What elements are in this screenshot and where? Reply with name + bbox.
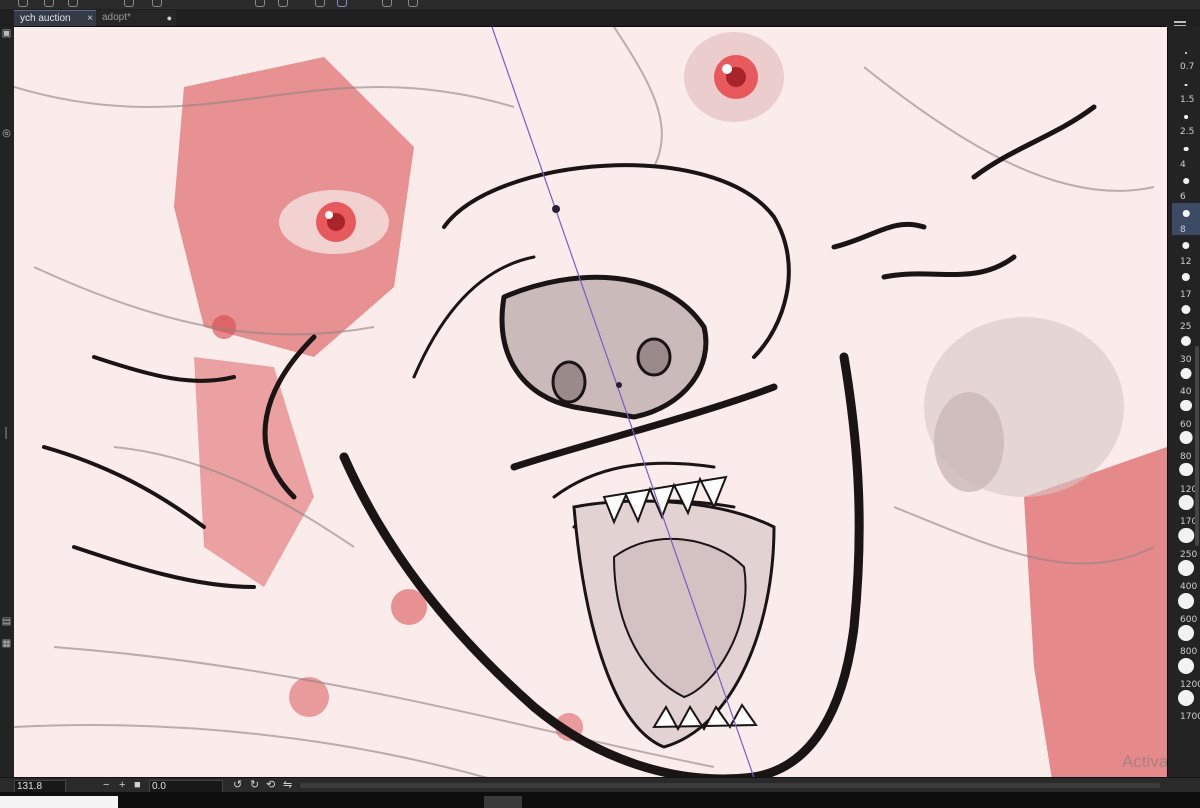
brush-dot-icon [1183, 178, 1189, 184]
navigator-icon[interactable]: ◎ [1, 128, 12, 139]
reset-rotation-icon[interactable]: ⟲ [266, 779, 275, 792]
brush-dot-icon [1180, 336, 1192, 347]
rotate-left-icon[interactable]: ↺ [233, 779, 242, 792]
document-tab-bar: ych auction × adopt* ● [0, 9, 1200, 31]
brush-size-label: 6 [1180, 192, 1186, 202]
brush-size-item[interactable]: 2.5 [1172, 105, 1200, 137]
brush-size-item[interactable]: 25 [1172, 300, 1200, 332]
brush-size-label: 0.7 [1180, 62, 1195, 72]
brush-tool-icon[interactable] [337, 0, 347, 7]
brush-size-item[interactable]: 800 [1172, 625, 1200, 657]
watermark-line-1: Activa [1122, 752, 1167, 771]
brush-size-item[interactable]: 12 [1172, 235, 1200, 267]
brush-size-item[interactable]: 0.7 [1172, 40, 1200, 72]
brush-size-item[interactable]: 4 [1172, 138, 1200, 170]
rotate-right-icon[interactable]: ↻ [250, 779, 259, 792]
brush-size-label: 1.5 [1180, 94, 1195, 105]
brush-size-item[interactable]: 1.5 [1172, 73, 1200, 105]
taskbar-app-icon[interactable] [484, 796, 522, 808]
status-bar: 131.8 − + ■ 0.0 ↺ ↻ ⟲ ⇋ [0, 777, 1200, 793]
brush-dot-icon [1181, 304, 1191, 314]
trash-icon[interactable]: ▤ [1, 616, 12, 627]
brush-dot-icon [1178, 657, 1194, 674]
zoom-out-button[interactable]: − [103, 779, 109, 792]
brush-dot-icon [1182, 241, 1190, 249]
brush-size-item[interactable]: 6 [1172, 170, 1200, 202]
panel-icon[interactable]: ▣ [1, 28, 12, 39]
eraser-icon[interactable] [382, 0, 392, 7]
brush-dot-icon [1184, 83, 1188, 87]
artwork [14, 27, 1167, 792]
brush-size-label: 8 [1180, 224, 1186, 235]
select-icon[interactable] [68, 0, 78, 7]
drawing-canvas[interactable]: Activa to S [14, 27, 1167, 792]
brush-dot-icon [1178, 495, 1194, 510]
horizontal-scrollbar[interactable] [300, 783, 1160, 788]
brush-size-label: 40 [1180, 387, 1192, 397]
tab-ych-auction[interactable]: ych auction × [14, 10, 96, 26]
brush-dot-icon [1184, 115, 1188, 119]
unsaved-dot-icon: ● [166, 13, 172, 23]
redo-icon[interactable] [152, 0, 162, 7]
brush-size-label: 60 [1180, 419, 1192, 430]
brush-size-label: 4 [1180, 159, 1186, 170]
brush-size-item[interactable]: 600 [1172, 592, 1200, 625]
brush-size-label: 2.5 [1180, 127, 1195, 137]
brush-size-label: 600 [1180, 614, 1198, 625]
brush-size-label: 1200 [1180, 679, 1200, 690]
os-taskbar [0, 792, 1200, 808]
brush-dot-icon [1179, 462, 1193, 477]
brush-size-label: 25 [1180, 322, 1192, 332]
brush-size-item[interactable]: 1200 [1172, 657, 1200, 690]
brush-dot-icon [1185, 52, 1187, 54]
brush-dot-icon [1182, 210, 1190, 217]
tab-label: ych auction [20, 13, 71, 24]
panel-scrollbar[interactable] [1195, 346, 1199, 546]
brush-dot-icon [1183, 146, 1189, 152]
brush-size-label: 400 [1180, 582, 1198, 592]
tab-label: adopt* [102, 12, 131, 23]
layer-icon[interactable] [18, 0, 28, 7]
flip-icon[interactable]: ⇋ [283, 779, 292, 792]
brush-dot-icon [1178, 527, 1194, 543]
brush-size-item[interactable]: 1700 [1172, 690, 1200, 722]
zoom-in-button[interactable]: + [119, 779, 125, 792]
brush-size-item[interactable]: 400 [1172, 560, 1200, 592]
close-icon[interactable]: × [87, 11, 93, 26]
transform-icon[interactable] [44, 0, 54, 7]
taskbar-search[interactable] [0, 796, 118, 808]
brush-size-item[interactable]: 8 [1172, 202, 1200, 235]
zoom-slider-handle[interactable]: ■ [134, 779, 141, 792]
brush-size-label: 12 [1180, 257, 1192, 267]
brush-dot-icon [1180, 368, 1192, 379]
undo-icon[interactable] [124, 0, 134, 7]
brush-dot-icon [1178, 560, 1194, 576]
tab-adopt[interactable]: adopt* ● [96, 10, 176, 26]
brush-size-panel: 0.7 1.5 2.5 4 6 8 12 17 25 30 40 60 80 120 170 250 400 60… [1167, 26, 1200, 792]
split-icon[interactable]: │ [1, 428, 12, 439]
brush-dot-icon [1178, 592, 1194, 609]
brush-size-label: 30 [1180, 354, 1192, 365]
brush-size-item[interactable]: 17 [1172, 268, 1200, 300]
brush-size-label: 80 [1180, 452, 1192, 462]
brush-dot-icon [1178, 690, 1194, 706]
left-tool-strip: ▣ ◎ │ ▤ ▦ [0, 26, 15, 792]
brush-dot-icon [1178, 625, 1194, 641]
brush-size-label: 17 [1180, 289, 1192, 300]
brush-size-label: 250 [1180, 549, 1198, 560]
smudge-icon[interactable] [408, 0, 418, 7]
brush-size-label: 800 [1180, 647, 1198, 657]
ruler-icon[interactable] [255, 0, 265, 7]
brush-size-label: 1700 [1180, 712, 1200, 722]
brush-dot-icon [1179, 431, 1193, 444]
lasso-icon[interactable] [315, 0, 325, 7]
brush-dot-icon [1180, 399, 1192, 412]
frame-icon[interactable] [278, 0, 288, 7]
new-layer-icon[interactable]: ▦ [1, 638, 12, 649]
brush-dot-icon [1181, 273, 1191, 282]
